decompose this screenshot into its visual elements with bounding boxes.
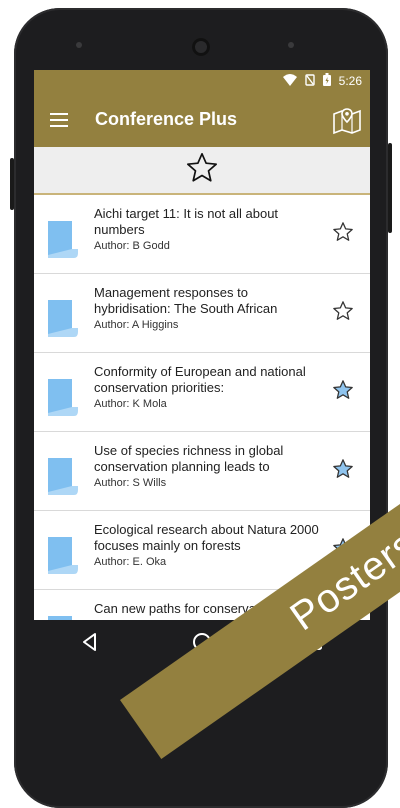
status-time: 5:26 xyxy=(338,74,362,88)
star-filled-icon[interactable] xyxy=(332,537,354,559)
star-filled-icon[interactable] xyxy=(332,458,354,480)
app-bar: Conference Plus xyxy=(34,92,370,147)
recents-icon[interactable] xyxy=(303,631,325,658)
poster-list: Aichi target 11: It is not all about num… xyxy=(34,195,370,620)
front-camera xyxy=(192,38,210,56)
star-outline-icon[interactable] xyxy=(332,221,354,243)
document-icon xyxy=(44,298,78,338)
list-item[interactable]: Aichi target 11: It is not all about num… xyxy=(34,195,370,274)
list-item[interactable]: Can new paths for conservation xyxy=(34,590,370,620)
hamburger-menu-icon[interactable] xyxy=(50,110,74,130)
status-bar: 5:26 xyxy=(34,70,370,92)
item-author: Author: S Wills xyxy=(94,477,167,489)
list-item[interactable]: Use of species richness in global conser… xyxy=(34,432,370,511)
item-title: Management responses to hybridisation: T… xyxy=(94,285,278,316)
document-icon xyxy=(44,456,78,496)
document-icon xyxy=(44,219,78,259)
item-title: Use of species richness in global conser… xyxy=(94,443,284,474)
document-icon xyxy=(44,535,78,575)
wifi-icon xyxy=(282,73,297,89)
volume-button xyxy=(388,143,392,233)
item-author: Author: B Godd xyxy=(94,240,170,252)
list-item[interactable]: Conformity of European and national cons… xyxy=(34,353,370,432)
list-item[interactable]: Ecological research about Natura 2000 fo… xyxy=(34,511,370,590)
power-button xyxy=(10,158,14,210)
app-title: Conference Plus xyxy=(95,109,238,129)
home-icon[interactable] xyxy=(191,631,213,658)
item-title: Conformity of European and national cons… xyxy=(94,364,306,395)
item-author: Author: K Mola xyxy=(94,398,167,410)
map-icon[interactable] xyxy=(332,105,362,135)
list-item[interactable]: Management responses to hybridisation: T… xyxy=(34,274,370,353)
document-icon xyxy=(44,377,78,417)
item-title: Ecological research about Natura 2000 fo… xyxy=(94,522,319,553)
favorites-filter[interactable] xyxy=(34,147,370,195)
battery-icon xyxy=(322,73,331,89)
star-outline-icon[interactable] xyxy=(332,300,354,322)
item-title: Can new paths for conservation xyxy=(94,601,277,616)
back-icon[interactable] xyxy=(79,631,101,658)
system-nav-bar xyxy=(34,620,370,668)
sensor-dot xyxy=(76,42,82,48)
sensor-dot xyxy=(288,42,294,48)
item-author: Author: A Higgins xyxy=(94,319,179,331)
item-author: Author: E. Oka xyxy=(94,556,167,568)
star-filled-icon[interactable] xyxy=(332,379,354,401)
no-sim-icon xyxy=(304,73,315,89)
item-title: Aichi target 11: It is not all about num… xyxy=(94,206,279,237)
star-outline-icon[interactable] xyxy=(185,151,219,190)
app-screen: 5:26 Conference Plus Aichi target 11: It… xyxy=(34,70,370,620)
